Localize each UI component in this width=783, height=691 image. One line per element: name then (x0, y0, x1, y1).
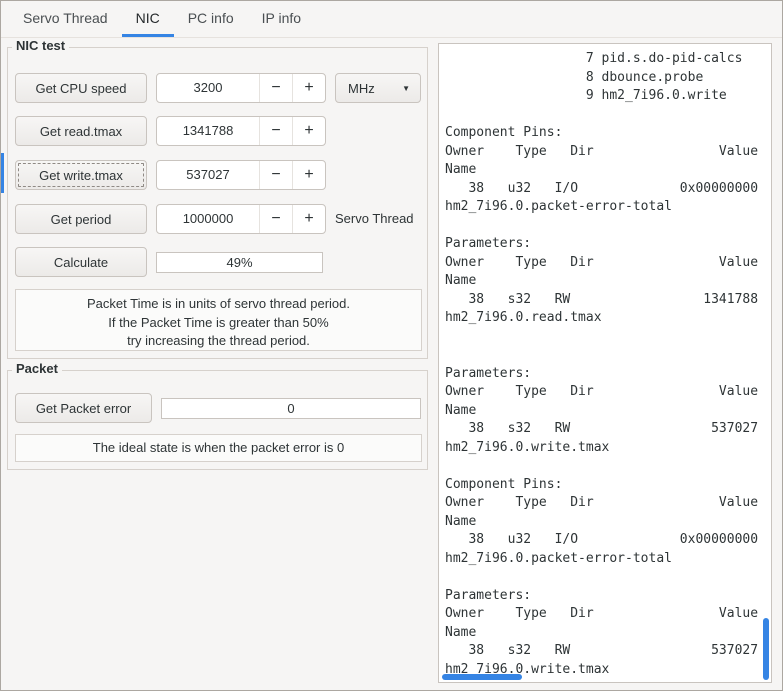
tab-servo-thread[interactable]: Servo Thread (9, 1, 122, 37)
write-tmax-increment-button[interactable]: + (292, 161, 325, 189)
nic-test-group: NIC test Get CPU speed 3200 − + MHz ▼ Ge… (7, 38, 428, 359)
tab-ip-info[interactable]: IP info (248, 1, 315, 37)
period-increment-button[interactable]: + (292, 205, 325, 233)
chevron-down-icon: ▼ (402, 83, 410, 93)
write-tmax-spinbox: 537027 − + (156, 160, 326, 190)
left-overlay-scrollbar-thumb[interactable] (1, 153, 4, 193)
tab-pc-info[interactable]: PC info (174, 1, 248, 37)
read-tmax-increment-button[interactable]: + (292, 117, 325, 145)
period-spinbox: 1000000 − + (156, 204, 326, 234)
get-packet-error-button[interactable]: Get Packet error (15, 393, 152, 423)
packet-time-infobox: Packet Time is in units of servo thread … (15, 289, 422, 351)
calculate-button[interactable]: Calculate (15, 247, 147, 277)
packet-group: Packet Get Packet error 0 The ideal stat… (7, 361, 428, 470)
read-tmax-spinbox: 1341788 − + (156, 116, 326, 146)
cpu-speed-value[interactable]: 3200 (157, 74, 259, 102)
cpu-speed-decrement-button[interactable]: − (259, 74, 292, 102)
plus-icon: + (304, 79, 314, 96)
plus-icon: + (304, 210, 314, 227)
get-write-tmax-button[interactable]: Get write.tmax (15, 160, 147, 190)
minus-icon: − (271, 122, 281, 139)
get-cpu-speed-button[interactable]: Get CPU speed (15, 73, 147, 103)
read-tmax-decrement-button[interactable]: − (259, 117, 292, 145)
packet-error-infobox: The ideal state is when the packet error… (15, 434, 422, 462)
info-line-1: Packet Time is in units of servo thread … (86, 296, 350, 311)
servo-thread-label: Servo Thread (335, 211, 414, 226)
info-line-2: If the Packet Time is greater than 50% (108, 314, 329, 330)
minus-icon: − (271, 166, 281, 183)
tab-bar: Servo Thread NIC PC info IP info (1, 1, 782, 38)
horizontal-scrollbar-thumb[interactable] (442, 674, 522, 680)
write-tmax-decrement-button[interactable]: − (259, 161, 292, 189)
cpu-speed-spinbox: 3200 − + (156, 73, 326, 103)
packet-error-field[interactable]: 0 (161, 398, 421, 419)
write-tmax-value[interactable]: 537027 (157, 161, 259, 189)
period-decrement-button[interactable]: − (259, 205, 292, 233)
unit-dropdown[interactable]: MHz ▼ (335, 73, 421, 103)
cpu-speed-increment-button[interactable]: + (292, 74, 325, 102)
period-value[interactable]: 1000000 (157, 205, 259, 233)
plus-icon: + (304, 166, 314, 183)
minus-icon: − (271, 210, 281, 227)
tab-nic[interactable]: NIC (122, 1, 174, 37)
plus-icon: + (304, 122, 314, 139)
get-read-tmax-button[interactable]: Get read.tmax (15, 116, 147, 146)
main-window: Servo Thread NIC PC info IP info NIC tes… (0, 0, 783, 691)
minus-icon: − (271, 79, 281, 96)
hal-output-text: 7 pid.s.do-pid-calcs 8 dbounce.probe 9 h… (445, 51, 759, 677)
read-tmax-value[interactable]: 1341788 (157, 117, 259, 145)
hal-output-view[interactable]: 7 pid.s.do-pid-calcs 8 dbounce.probe 9 h… (438, 43, 772, 683)
packet-time-progressbar: 49% (156, 252, 323, 273)
packet-legend: Packet (12, 361, 62, 376)
packet-info-text: The ideal state is when the packet error… (92, 440, 345, 455)
info-line-3: try increasing the thread period. (127, 333, 310, 348)
vertical-scrollbar-thumb[interactable] (763, 618, 769, 680)
get-period-button[interactable]: Get period (15, 204, 147, 234)
nic-test-legend: NIC test (12, 38, 70, 53)
unit-dropdown-value: MHz (348, 80, 375, 96)
